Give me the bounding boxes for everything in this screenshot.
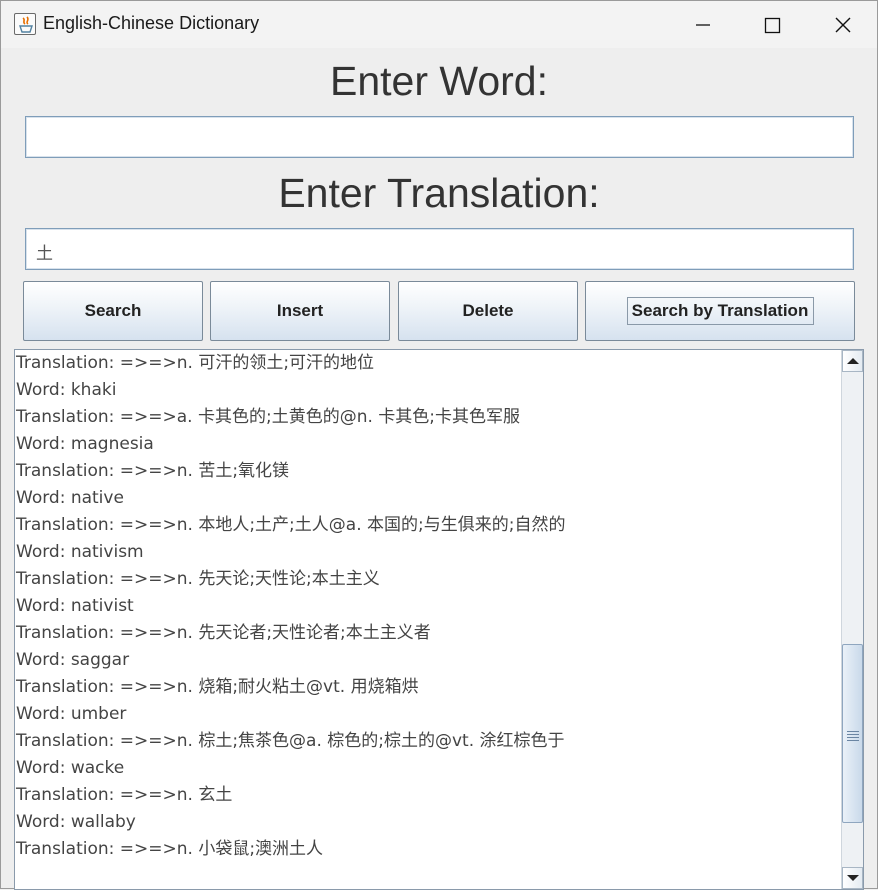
result-line: Word: wacke xyxy=(16,758,125,778)
arrow-up-icon xyxy=(847,358,859,364)
search-by-translation-label: Search by Translation xyxy=(626,297,814,325)
minimize-button[interactable] xyxy=(681,9,725,41)
results-text-area[interactable]: Translation: =>=>n. 可汗的领土;可汗的地位 Word: kha… xyxy=(14,349,864,890)
result-line: Translation: =>=>n. 烧箱;耐火粘土@vt. 用烧箱烘 xyxy=(16,677,419,697)
word-input[interactable] xyxy=(25,116,854,158)
scroll-thumb[interactable] xyxy=(842,643,863,823)
scroll-grip-icon xyxy=(847,730,859,743)
insert-button[interactable]: Insert xyxy=(210,281,390,341)
result-line: Word: native xyxy=(16,488,124,508)
word-heading: Enter Word: xyxy=(330,58,548,104)
result-line: Word: khaki xyxy=(16,380,117,400)
result-line: Word: umber xyxy=(16,704,127,724)
result-line: Translation: =>=>n. 可汗的领土;可汗的地位 xyxy=(16,353,375,373)
result-line: Word: wallaby xyxy=(16,812,136,832)
scroll-up-button[interactable] xyxy=(842,350,863,372)
search-button[interactable]: Search xyxy=(23,281,203,341)
java-app-icon xyxy=(14,13,36,35)
window-title: English-Chinese Dictionary xyxy=(43,13,260,33)
title-bar[interactable]: English-Chinese Dictionary xyxy=(1,1,877,48)
maximize-button[interactable] xyxy=(750,9,794,41)
search-by-translation-button[interactable]: Search by Translation xyxy=(585,281,855,341)
result-line: Translation: =>=>n. 先天论者;天性论者;本土主义者 xyxy=(16,623,431,643)
results-list: Translation: =>=>n. 可汗的领土;可汗的地位 Word: kha… xyxy=(16,350,841,863)
result-line: Translation: =>=>n. 先天论;天性论;本土主义 xyxy=(16,569,380,589)
scroll-down-button[interactable] xyxy=(842,867,863,889)
translation-input[interactable]: 土 xyxy=(25,228,854,270)
result-line: Word: nativist xyxy=(16,596,134,616)
result-line: Translation: =>=>a. 卡其色的;土黄色的@n. 卡其色;卡其色… xyxy=(16,407,520,427)
result-line: Word: nativism xyxy=(16,542,144,562)
maximize-icon xyxy=(764,17,781,34)
close-button[interactable] xyxy=(821,9,865,41)
close-icon xyxy=(835,17,851,33)
result-line: Translation: =>=>n. 苦土;氧化镁 xyxy=(16,461,290,481)
result-line: Translation: =>=>n. 小袋鼠;澳洲土人 xyxy=(16,839,324,859)
vertical-scrollbar[interactable] xyxy=(841,350,863,889)
result-line: Word: magnesia xyxy=(16,434,154,454)
result-line: Word: saggar xyxy=(16,650,130,670)
result-line: Translation: =>=>n. 玄土 xyxy=(16,785,233,805)
result-line: Translation: =>=>n. 棕土;焦茶色@a. 棕色的;棕土的@vt… xyxy=(16,731,565,751)
result-line: Translation: =>=>n. 本地人;土产;土人@a. 本国的;与生俱… xyxy=(16,515,566,535)
app-window: English-Chinese Dictionary Enter Word: E… xyxy=(0,0,878,890)
arrow-down-icon xyxy=(847,875,859,881)
translation-heading: Enter Translation: xyxy=(278,170,600,216)
minimize-icon xyxy=(696,24,710,26)
delete-button[interactable]: Delete xyxy=(398,281,578,341)
